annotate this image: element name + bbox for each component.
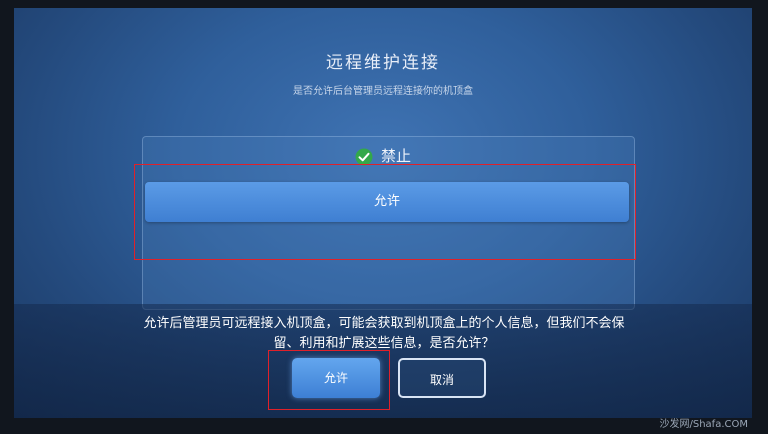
option-deny[interactable]: 禁止 [14, 145, 752, 166]
cancel-button[interactable]: 取消 [398, 358, 486, 398]
tv-screen: 远程维护连接 是否允许后台管理员远程连接你的机顶盒 禁止 允许 允许后管理员可远… [14, 8, 752, 418]
confirm-prompt: 允许后管理员可远程接入机顶盒，可能会获取到机顶盒上的个人信息，但我们不会保留、利… [143, 316, 625, 351]
option-deny-label: 禁止 [380, 147, 411, 165]
highlight-box-options [134, 164, 636, 260]
dialog-subtitle: 是否允许后台管理员远程连接你的机顶盒 [293, 86, 473, 97]
watermark: 沙发网/Shafa.COM [659, 419, 749, 430]
highlight-box-allow-button [268, 350, 390, 410]
dialog-title: 远程维护连接 [326, 53, 440, 73]
check-icon [355, 148, 373, 165]
